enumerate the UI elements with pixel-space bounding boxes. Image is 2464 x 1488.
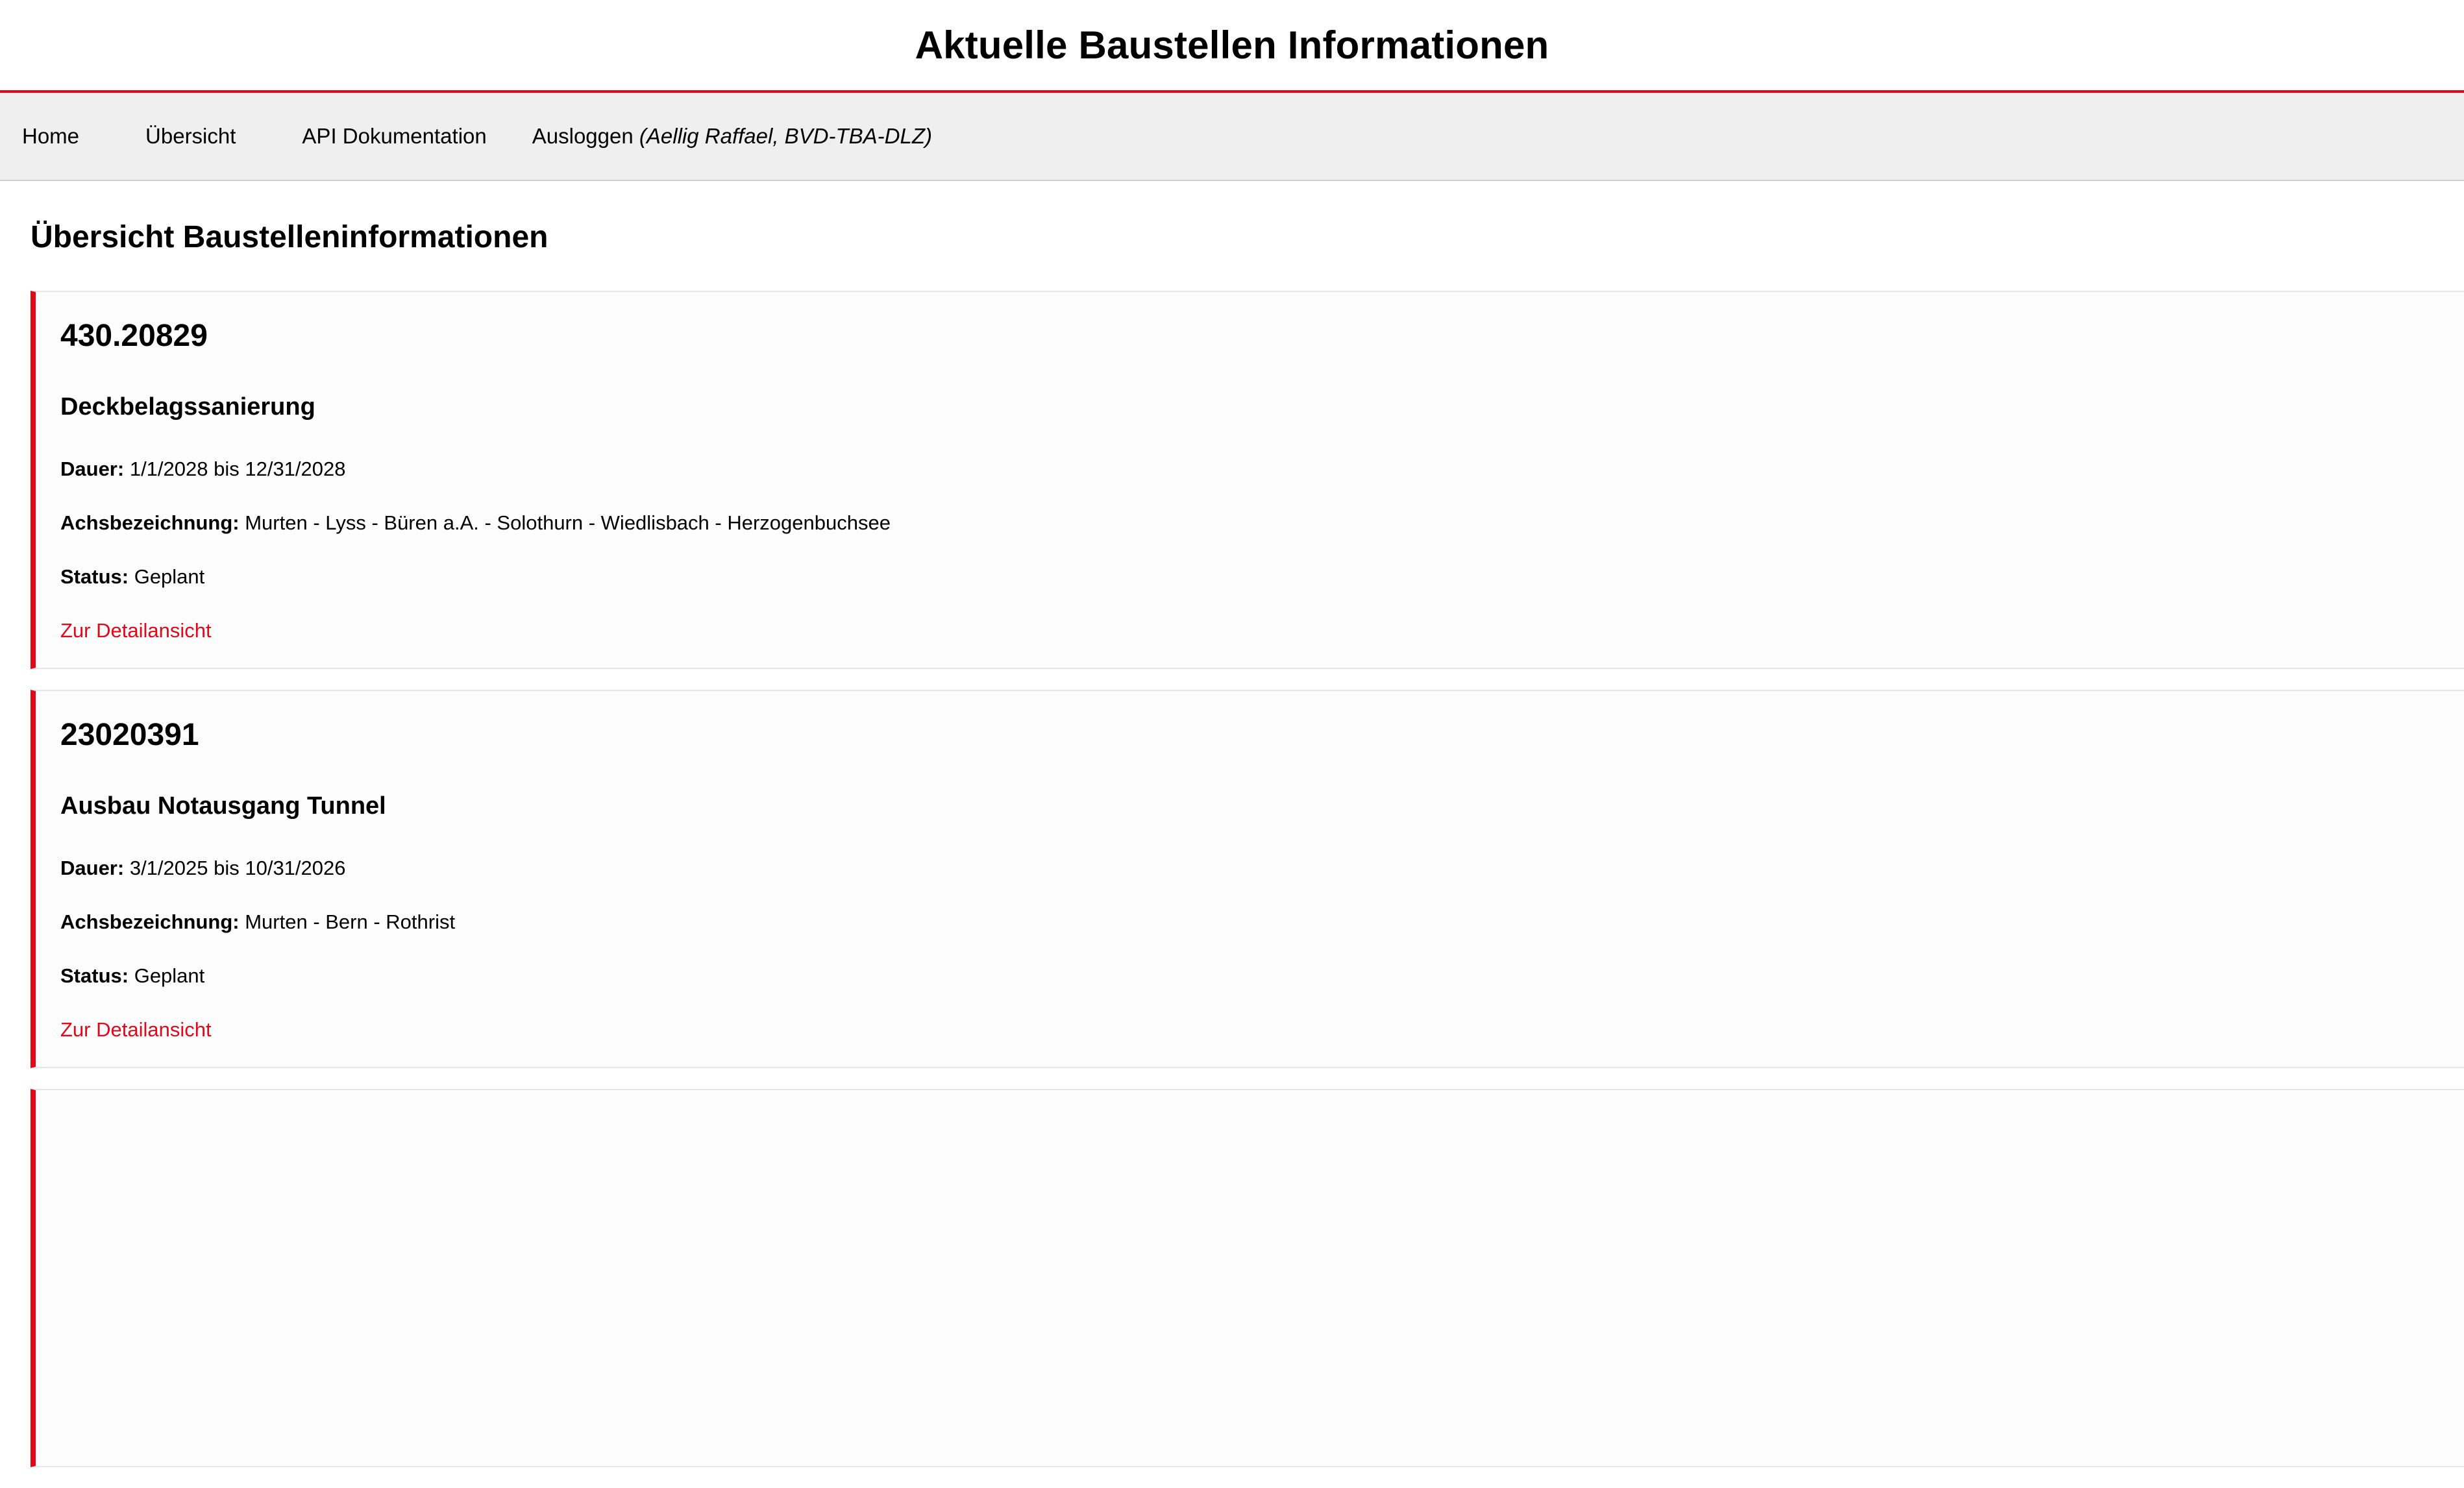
status-label: Status:: [60, 565, 129, 588]
axis-label: Achsbezeichnung:: [60, 511, 240, 534]
main-navigation: Home Übersicht API Dokumentation Auslogg…: [0, 93, 2464, 181]
status-label: Status:: [60, 964, 129, 987]
detail-view-link[interactable]: Zur Detailansicht: [60, 619, 212, 642]
construction-site-card: 23020391 Ausbau Notausgang Tunnel Dauer:…: [31, 690, 2464, 1068]
status-value: Geplant: [134, 964, 205, 987]
duration-value: 3/1/2025 bis 10/31/2026: [129, 857, 346, 879]
detail-view-link[interactable]: Zur Detailansicht: [60, 1018, 212, 1042]
nav-overview-link[interactable]: Übersicht: [145, 124, 236, 149]
logout-label: Ausloggen: [532, 124, 634, 148]
axis-label: Achsbezeichnung:: [60, 910, 240, 933]
site-number: 430.20829: [60, 319, 208, 353]
duration-value: 1/1/2028 bis 12/31/2028: [129, 457, 346, 480]
site-name: Ausbau Notausgang Tunnel: [60, 792, 386, 820]
site-title: Aktuelle Baustellen Informationen: [915, 23, 1549, 67]
construction-site-card: 430.20829 Deckbelagssanierung Dauer: 1/1…: [31, 291, 2464, 669]
site-duration: Dauer: 3/1/2025 bis 10/31/2026: [60, 857, 346, 880]
nav-api-docs-link[interactable]: API Dokumentation: [302, 124, 486, 149]
duration-label: Dauer:: [60, 857, 125, 879]
axis-value: Murten - Bern - Rothrist: [245, 910, 456, 933]
site-name: Deckbelagssanierung: [60, 393, 315, 421]
nav-home-link[interactable]: Home: [22, 124, 79, 149]
nav-logout-link[interactable]: Ausloggen (Aellig Raffael, BVD-TBA-DLZ): [532, 124, 932, 149]
site-header: Aktuelle Baustellen Informationen: [0, 0, 2464, 93]
site-number: 23020391: [60, 718, 199, 752]
construction-site-list: 430.20829 Deckbelagssanierung Dauer: 1/1…: [31, 291, 2464, 1488]
site-status: Status: Geplant: [60, 565, 204, 589]
axis-value: Murten - Lyss - Büren a.A. - Solothurn -…: [245, 511, 891, 534]
site-duration: Dauer: 1/1/2028 bis 12/31/2028: [60, 457, 346, 481]
site-axis: Achsbezeichnung: Murten - Lyss - Büren a…: [60, 511, 891, 535]
status-value: Geplant: [134, 565, 205, 588]
site-status: Status: Geplant: [60, 964, 204, 988]
duration-label: Dauer:: [60, 457, 125, 480]
logged-in-user: (Aellig Raffael, BVD-TBA-DLZ): [639, 124, 932, 148]
site-axis: Achsbezeichnung: Murten - Bern - Rothris…: [60, 910, 455, 934]
construction-site-card-partial: [31, 1089, 2464, 1467]
page-title: Übersicht Baustelleninformationen: [31, 220, 548, 254]
